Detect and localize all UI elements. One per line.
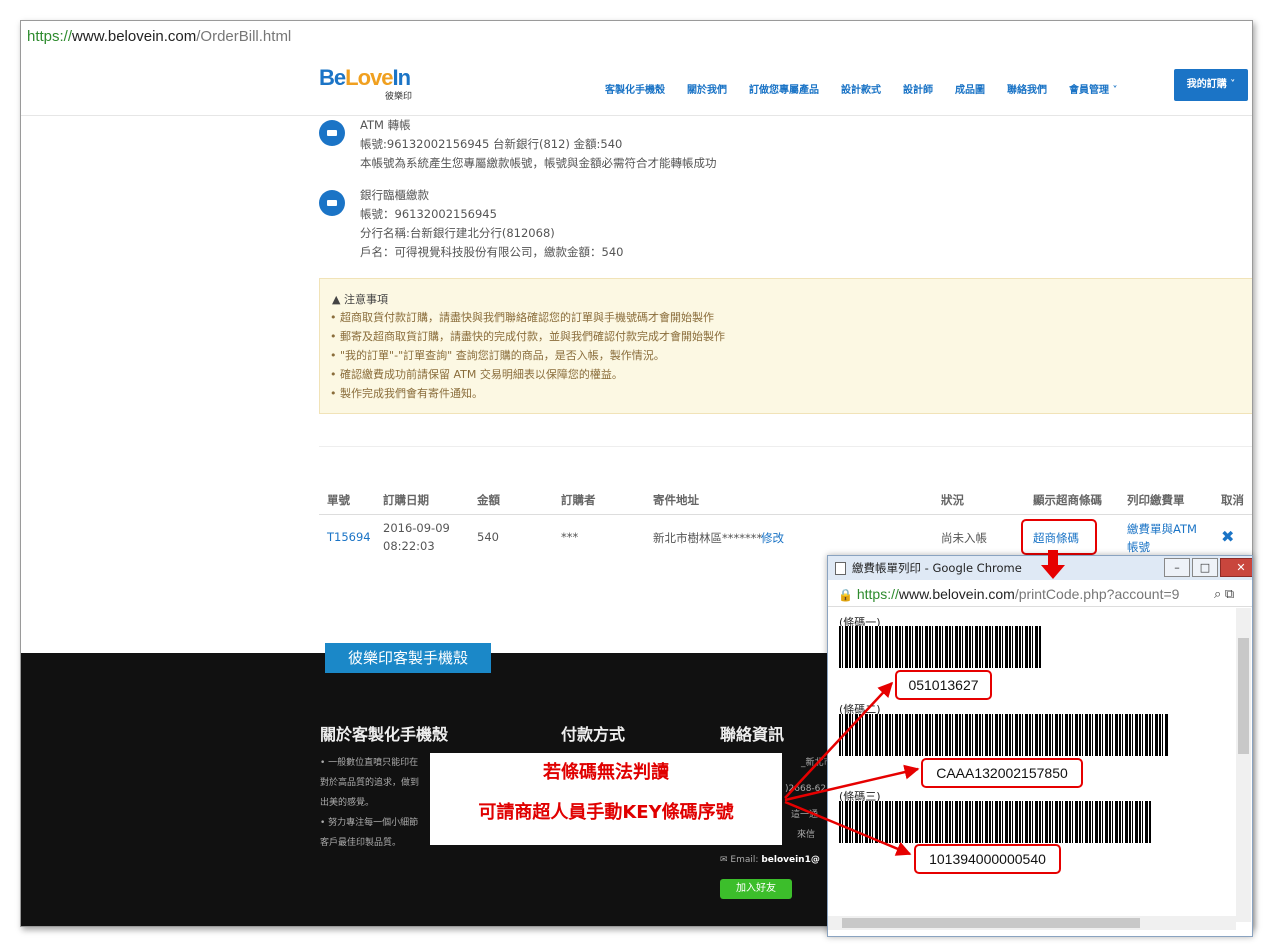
notice-item: 超商取貨付款訂購，請盡快與我們聯絡確認您的訂單與手機號碼才會開始製作 — [330, 308, 725, 327]
order-date: 2016-09-09 — [383, 521, 450, 535]
col-amount: 金額 — [477, 493, 500, 507]
url-path: /OrderBill.html — [196, 28, 292, 45]
address-bar[interactable]: https://www.belovein.com/OrderBill.html — [21, 21, 1252, 54]
barcode-image — [839, 801, 1152, 843]
site-header: BeLoveIn 彼樂印 客製化手機殼 關於我們 訂做您專屬產品 設計款式 設計… — [21, 53, 1252, 116]
col-address: 寄件地址 — [653, 493, 699, 507]
barcode-highlight — [1021, 519, 1097, 555]
document-icon — [835, 562, 846, 575]
notice-item: 郵寄及超商取貨訂購，請盡快的完成付款，並與我們確認付款完成才會開始製作 — [330, 327, 725, 346]
notice-box: ▲ 注意事項 超商取貨付款訂購，請盡快與我們聯絡確認您的訂單與手機號碼才會開始製… — [319, 278, 1252, 414]
url-scheme: https:// — [27, 28, 73, 45]
barcode-image — [839, 626, 1042, 668]
footer-email: ✉ Email: belovein1@ — [720, 855, 820, 865]
payment-title: 銀行臨櫃繳款 — [360, 188, 429, 202]
nav-item-designs[interactable]: 設計款式 — [841, 81, 881, 96]
col-order-no: 單號 — [327, 493, 350, 507]
barcode-number: 101394000000540 — [914, 844, 1061, 874]
footer-payment-title: 付款方式 — [561, 725, 626, 744]
footer-tab: 彼樂印客製手機殼 — [325, 643, 491, 673]
logo-subtitle: 彼樂印 — [385, 92, 413, 102]
divider — [319, 446, 1252, 447]
payment-line: 戶名：可得視覺科技股份有限公司，繳款金額：540 — [360, 245, 624, 259]
nav-item-designers[interactable]: 設計師 — [903, 81, 933, 96]
order-number-link[interactable]: T15694 — [327, 530, 371, 544]
maximize-button[interactable]: □ — [1192, 558, 1218, 577]
payment-title: ATM 轉帳 — [360, 118, 411, 132]
payment-line: 帳號:96132002156945 台新銀行(812) 金額:540 — [360, 137, 623, 151]
popup-address-bar[interactable]: 🔒 https://www.belovein.com/printCode.php… — [828, 582, 1252, 607]
nav-item-custom-case[interactable]: 客製化手機殼 — [605, 81, 665, 96]
col-buyer: 訂購者 — [561, 493, 596, 507]
minimize-button[interactable]: – — [1164, 558, 1190, 577]
my-order-button[interactable]: 我的訂購 ˅ — [1174, 69, 1248, 101]
order-status: 尚未入帳 — [941, 531, 987, 545]
payment-line: 分行名稱:台新銀行建北分行(812068) — [360, 226, 555, 240]
order-table-header: 單號 訂購日期 金額 訂購者 寄件地址 狀況 顯示超商條碼 列印繳費單 取消 — [319, 486, 1252, 515]
main-nav: 客製化手機殼 關於我們 訂做您專屬產品 設計款式 設計師 成品圖 聯絡我們 會員… — [605, 81, 1139, 96]
callout-line-1: 若條碼無法判讀 — [543, 762, 669, 783]
minus-circle-icon[interactable] — [319, 190, 345, 216]
order-address: 新北市樹林區******* — [653, 531, 763, 545]
close-button[interactable]: ✕ — [1220, 558, 1252, 577]
scrollbar-thumb[interactable] — [1238, 638, 1249, 754]
footer-about-text: • 一般數位直噴只能印在 對於高品質的追求，做到 出美的感覺。 • 努力專注每一… — [320, 758, 420, 848]
line-add-friend-button[interactable]: 加入好友 — [720, 879, 792, 899]
footer-contact-title: 聯絡資訊 — [720, 725, 785, 744]
site-logo[interactable]: BeLoveIn — [319, 65, 411, 91]
barcode-number: CAAA132002157850 — [921, 758, 1083, 788]
nav-item-custom-product[interactable]: 訂做您專屬產品 — [749, 81, 819, 96]
footer-contact-fragment: 來信 — [797, 830, 816, 840]
print-popup-window: 繳費帳單列印 - Google Chrome – □ ✕ 🔒 https://w… — [827, 555, 1253, 937]
barcode-number: 051013627 — [895, 670, 992, 700]
zoom-icon[interactable]: ⌕ ⧉ — [1211, 582, 1235, 606]
payment-line: 帳號：96132002156945 — [360, 207, 497, 221]
col-print: 列印繳費單 — [1127, 493, 1185, 507]
barcode-image — [839, 714, 1168, 756]
cancel-icon[interactable]: ✖ — [1221, 527, 1234, 546]
nav-item-member[interactable]: 會員管理 ˅ — [1069, 81, 1117, 96]
print-bill-link-line2[interactable]: 帳號 — [1127, 539, 1150, 555]
col-barcode: 顯示超商條碼 — [1033, 493, 1102, 507]
footer-contact-fragment: )2668-62 — [785, 784, 827, 794]
annotation-callout: 若條碼無法判讀 可請商超人員手動KEY條碼序號 — [430, 753, 782, 845]
scrollbar-thumb[interactable] — [842, 918, 1140, 928]
col-cancel: 取消 — [1221, 493, 1244, 507]
vertical-scrollbar[interactable] — [1236, 608, 1251, 922]
popup-title-bar: 繳費帳單列印 - Google Chrome – □ ✕ — [828, 556, 1252, 580]
callout-line-2: 可請商超人員手動KEY條碼序號 — [478, 802, 734, 823]
nav-item-about[interactable]: 關於我們 — [687, 81, 727, 96]
notice-item: "我的訂單"-"訂單查詢" 查詢您訂購的商品，是否入帳，製作情況。 — [330, 346, 725, 365]
nav-item-gallery[interactable]: 成品圖 — [955, 81, 985, 96]
notice-item: 製作完成我們會有寄件通知。 — [330, 384, 725, 403]
print-bill-link[interactable]: 繳費單與ATM — [1127, 521, 1197, 537]
nav-item-contact[interactable]: 聯絡我們 — [1007, 81, 1047, 96]
lock-icon: 🔒 — [838, 588, 853, 602]
col-date: 訂購日期 — [383, 493, 429, 507]
order-buyer: *** — [561, 530, 579, 544]
url-host: www.belovein.com — [72, 28, 197, 45]
edit-address-link[interactable]: 修改 — [761, 530, 784, 546]
order-amount: 540 — [477, 530, 499, 544]
payment-line: 本帳號為系統產生您專屬繳款帳號，帳號與金額必需符合才能轉帳成功 — [360, 156, 717, 170]
horizontal-scrollbar[interactable] — [828, 916, 1236, 930]
minus-circle-icon[interactable] — [319, 120, 345, 146]
footer-about-title: 關於客製化手機殼 — [320, 725, 449, 744]
col-status: 狀況 — [941, 493, 964, 507]
order-time: 08:22:03 — [383, 539, 435, 553]
footer-contact-fragment: 這一通 — [791, 810, 819, 820]
notice-item: 確認繳費成功前請保留 ATM 交易明細表以保障您的權益。 — [330, 365, 725, 384]
table-row: T15694 2016-09-09 08:22:03 540 *** 新北市樹林… — [319, 515, 1252, 559]
notice-title: ▲ 注意事項 — [332, 293, 388, 306]
mail-icon: ✉ — [720, 855, 728, 865]
